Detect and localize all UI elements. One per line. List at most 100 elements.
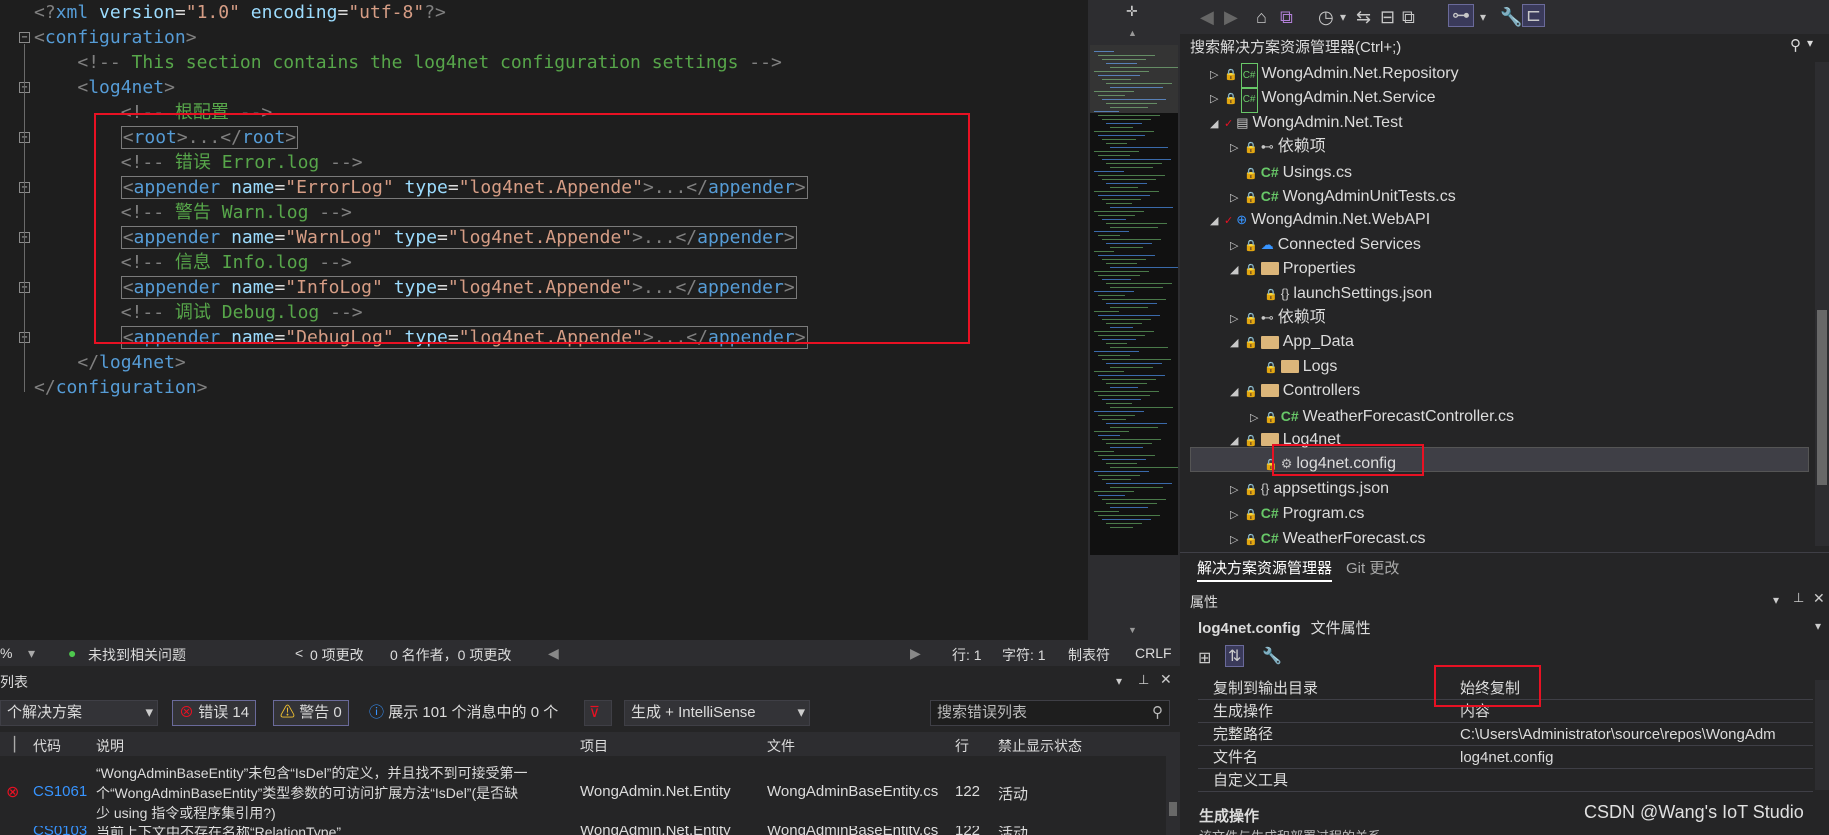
properties-object[interactable]: log4net.config 文件属性 (1198, 617, 1371, 638)
tree-item[interactable]: 🔒 Logs (1250, 355, 1337, 379)
tree-item[interactable]: ◢ ✓ ⊕ WongAdmin.Net.WebAPI (1210, 208, 1430, 232)
split-icon[interactable]: ✛ (1126, 3, 1138, 20)
line-indicator[interactable]: 行: 1 (952, 645, 982, 665)
tree-item[interactable]: ▷ 🔒 C# WongAdmin.Net.Repository (1210, 62, 1459, 89)
alphabetical-icon[interactable]: ⇅ (1225, 645, 1245, 667)
back-icon[interactable]: ◀ (1200, 7, 1214, 28)
code-line[interactable]: <?xml version="1.0" encoding="utf-8"?> (34, 0, 446, 25)
solution-search-input[interactable]: 搜索解决方案资源管理器(Ctrl+;) ⚲ ▾ (1190, 36, 1829, 60)
collapse-icon[interactable]: ⊟ (1380, 7, 1395, 28)
errors-filter-button[interactable]: ⊗ 错误 14 (172, 700, 257, 726)
code-line[interactable]: </log4net> (34, 350, 185, 375)
build-dropdown[interactable]: 生成 + IntelliSense ▾ (624, 700, 810, 726)
col-project[interactable]: 项目 (580, 736, 608, 756)
sort-icon[interactable]: ▏ (14, 736, 25, 753)
tree-item[interactable]: ▷ 🔒 ⊷ 依赖项 (1230, 306, 1326, 330)
expand-arrow-icon[interactable]: ▷ (1210, 63, 1224, 87)
tree-item[interactable]: ▷ 🔒 C# WongAdminUnitTests.cs (1230, 184, 1456, 208)
properties-scrollbar[interactable] (1815, 680, 1829, 790)
scroll-up-icon[interactable]: ▲ (1128, 28, 1137, 38)
close-icon[interactable]: ✕ (1160, 671, 1172, 688)
error-row[interactable]: ⊗ CS1061 “WongAdminBaseEntity”未包含“IsDel”… (0, 760, 1166, 826)
expand-arrow-icon[interactable]: ◢ (1230, 258, 1244, 282)
minimap[interactable] (1090, 45, 1178, 555)
tree-view-icon[interactable]: ⊶ (1448, 4, 1474, 27)
col-code[interactable]: 代码 (33, 736, 61, 756)
scroll-right-icon[interactable]: ▶ (910, 645, 921, 662)
code-line[interactable]: <configuration> (34, 25, 197, 50)
expand-arrow-icon[interactable]: ▷ (1210, 87, 1224, 111)
dropdown-icon[interactable]: ▾ (1116, 674, 1122, 688)
expand-arrow-icon[interactable]: ▷ (1230, 478, 1244, 502)
tree-item[interactable]: 🔒{} launchSettings.json (1250, 282, 1432, 306)
minimap-viewport[interactable] (1090, 45, 1178, 113)
tree-item[interactable]: ◢ 🔒 Controllers (1230, 379, 1360, 403)
zoom-level[interactable]: % (0, 645, 12, 661)
scope-dropdown[interactable]: 个解决方案 ▾ (0, 700, 158, 726)
changes-count[interactable]: 0 项更改 (310, 645, 364, 665)
messages-filter-button[interactable]: ⓘ 展示 101 个消息中的 0 个 (362, 700, 565, 726)
tree-item[interactable]: ◢ 🔒 App_Data (1230, 330, 1354, 354)
col-desc[interactable]: 说明 (96, 736, 124, 756)
pin-icon[interactable]: ⊥ (1138, 672, 1149, 688)
sync-icon[interactable]: ⇆ (1356, 7, 1371, 28)
expand-arrow-icon[interactable]: ▷ (1230, 528, 1244, 546)
property-value[interactable]: C:\Users\Administrator\source\repos\Wong… (1460, 723, 1776, 746)
warnings-filter-button[interactable]: ⚠ 警告 0 (273, 700, 349, 726)
col-line[interactable]: 行 (955, 736, 969, 756)
preview-icon[interactable]: ⊏ (1522, 4, 1546, 27)
scroll-left-icon[interactable]: ◀ (548, 645, 559, 662)
pin-icon[interactable]: ⊥ (1793, 590, 1804, 606)
error-search-input[interactable]: 搜索错误列表 ⚲ (930, 700, 1170, 726)
tab-solution-explorer[interactable]: 解决方案资源管理器 (1197, 557, 1333, 582)
close-icon[interactable]: ✕ (1813, 590, 1825, 607)
chevron-down-icon[interactable]: ▾ (1340, 10, 1346, 24)
chevron-down-icon[interactable]: ▾ (1480, 10, 1486, 24)
col-file[interactable]: 文件 (767, 736, 795, 756)
categorized-icon[interactable]: ⊞ (1198, 648, 1211, 668)
issues-status[interactable]: 未找到相关问题 (88, 645, 186, 665)
tree-item[interactable]: ◢ 🔒 Properties (1230, 257, 1356, 281)
expand-arrow-icon[interactable]: ▷ (1250, 406, 1264, 430)
col-indicator[interactable]: 字符: 1 (1002, 645, 1046, 665)
col-state[interactable]: 禁止显示状态 (998, 736, 1082, 756)
expand-arrow-icon[interactable]: ▷ (1230, 307, 1244, 331)
error-code[interactable]: CS0103 (33, 826, 87, 835)
expand-arrow-icon[interactable]: ◢ (1210, 112, 1224, 136)
expand-arrow-icon[interactable]: ▷ (1230, 186, 1244, 210)
property-row[interactable]: 文件名 log4net.config (1198, 746, 1813, 769)
tree-item[interactable]: ▷ 🔒 C# WeatherForecast.cs (1230, 526, 1425, 546)
forward-icon[interactable]: ▶ (1224, 7, 1238, 28)
error-code[interactable]: CS1061 (33, 783, 87, 800)
authors-count[interactable]: 0 名作者，0 项更改 (390, 645, 511, 665)
tree-item[interactable]: ▷ 🔒 ⊷ 依赖项 (1230, 135, 1326, 159)
tree-item[interactable]: ▷ 🔒 ☁ Connected Services (1230, 233, 1421, 257)
code-line[interactable]: <!-- This section contains the log4net c… (34, 50, 781, 75)
expand-arrow-icon[interactable]: ◢ (1230, 429, 1244, 453)
home-icon[interactable]: ⌂ (1256, 7, 1267, 28)
expand-arrow-icon[interactable]: ◢ (1210, 209, 1224, 233)
filter-icon[interactable]: ⊽ (584, 700, 612, 726)
expand-arrow-icon[interactable]: ▷ (1230, 503, 1244, 527)
dropdown-icon[interactable]: ▾ (1773, 593, 1779, 607)
vs-switch-icon[interactable]: ⧉ (1280, 7, 1293, 28)
zoom-dropdown-icon[interactable]: ▾ (28, 645, 35, 662)
code-line[interactable]: <log4net> (34, 75, 175, 100)
tree-item[interactable]: ▷ 🔒 C# WongAdmin.Net.Service (1210, 86, 1436, 114)
eol-indicator[interactable]: CRLF (1135, 645, 1172, 661)
chevron-down-icon[interactable]: ▾ (1815, 619, 1821, 633)
tree-item[interactable]: ◢ ✓ ▤ WongAdmin.Net.Test (1210, 111, 1403, 135)
error-row[interactable]: CS0103 当前上下文中不存在名称“RelationType” WongAdm… (0, 826, 1166, 835)
scroll-down-icon[interactable]: ▼ (1128, 625, 1137, 635)
tree-item[interactable]: ▷ 🔒{} appsettings.json (1230, 477, 1389, 501)
expand-arrow-icon[interactable]: ▷ (1230, 234, 1244, 258)
tree-item[interactable]: ▷ 🔒 C# Program.cs (1230, 501, 1364, 525)
fold-toggle-icon[interactable]: − (19, 32, 30, 43)
property-row[interactable]: 完整路径 C:\Users\Administrator\source\repos\… (1198, 723, 1813, 746)
wrench-icon[interactable]: 🔧 (1500, 7, 1522, 28)
expand-arrow-icon[interactable]: ◢ (1230, 380, 1244, 404)
tab-git-changes[interactable]: Git 更改 (1346, 557, 1399, 578)
property-value[interactable]: log4net.config (1460, 746, 1553, 769)
expand-arrow-icon[interactable]: ◢ (1230, 331, 1244, 355)
expand-arrow-icon[interactable]: ▷ (1230, 136, 1244, 160)
